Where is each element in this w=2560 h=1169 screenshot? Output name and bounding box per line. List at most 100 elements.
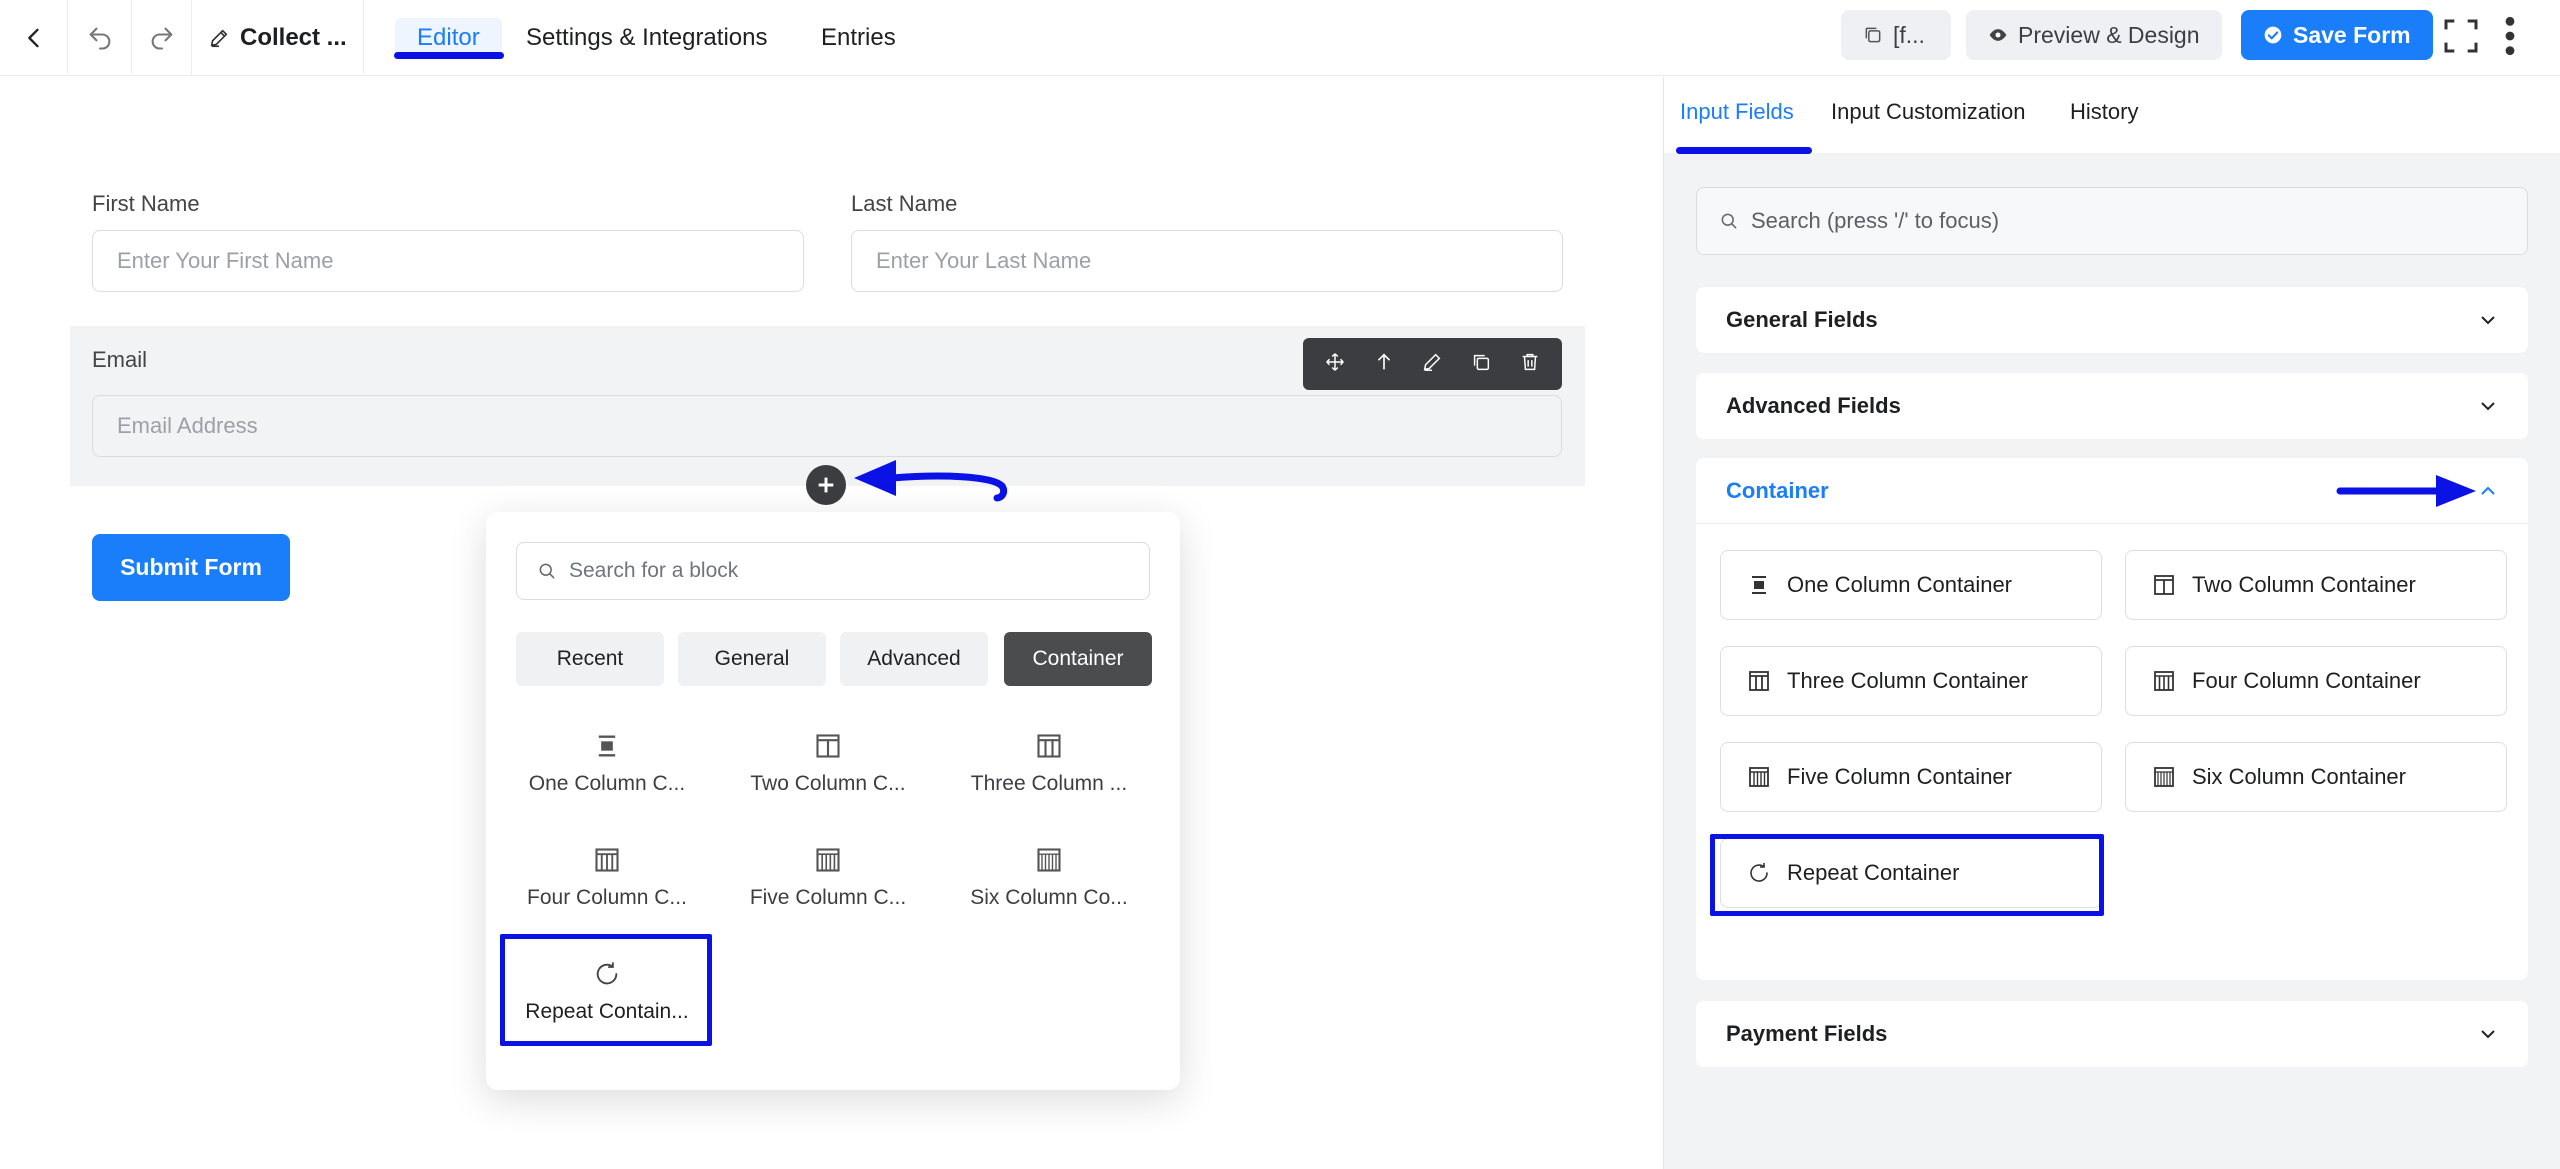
search-icon <box>539 563 555 579</box>
accordion-title: Advanced Fields <box>1726 393 1901 418</box>
move-up-button[interactable] <box>1373 351 1395 378</box>
one-column-icon <box>598 735 616 757</box>
last-name-input[interactable]: Enter Your Last Name <box>851 230 1563 292</box>
container-label: Two Column Container <box>2192 572 2416 597</box>
preview-design-label: Preview & Design <box>2018 21 2200 48</box>
container-one-column[interactable]: One Column Container <box>1720 550 2102 620</box>
tab-settings-integrations[interactable]: Settings & Integrations <box>526 18 767 58</box>
pencil-icon <box>1424 353 1441 371</box>
trash-icon <box>1522 353 1538 370</box>
email-label: Email <box>92 347 148 372</box>
chevron-down-icon <box>2481 316 2495 325</box>
block-two-column-container[interactable]: Two Column C... <box>733 716 923 812</box>
picker-tab-advanced[interactable]: Advanced <box>840 632 988 686</box>
accordion-payment-fields[interactable]: Payment Fields <box>1696 1001 2528 1067</box>
fullscreen-icon <box>2444 19 2478 53</box>
block-label: Two Column C... <box>750 772 906 795</box>
two-column-icon <box>2154 575 2174 595</box>
duplicate-field-button[interactable] <box>1470 351 1492 378</box>
accordion-advanced-fields[interactable]: Advanced Fields <box>1696 373 2528 439</box>
three-column-icon <box>1749 671 1769 691</box>
block-five-column-container[interactable]: Five Column C... <box>733 830 923 926</box>
block-six-column-container[interactable]: Six Column Co... <box>954 830 1144 926</box>
accordion-general-fields[interactable]: General Fields <box>1696 287 2528 353</box>
picker-tab-recent[interactable]: Recent <box>516 632 664 686</box>
accordion-title: Payment Fields <box>1726 1021 1888 1046</box>
container-label: Six Column Container <box>2192 764 2406 789</box>
container-two-column[interactable]: Two Column Container <box>2125 550 2507 620</box>
block-label: Six Column Co... <box>970 886 1128 909</box>
tab-input-fields[interactable]: Input Fields <box>1680 99 1794 125</box>
two-column-icon <box>816 734 840 758</box>
block-one-column-container[interactable]: One Column C... <box>512 716 702 812</box>
annotation-arrow-left <box>854 460 1008 502</box>
container-three-column[interactable]: Three Column Container <box>1720 646 2102 716</box>
accordion-title: Container <box>1726 477 1829 503</box>
form-title-text: Collect ... <box>240 24 347 51</box>
block-label: Five Column C... <box>749 886 907 909</box>
accordion-header[interactable]: Payment Fields <box>1696 1001 2528 1067</box>
fullscreen-button[interactable] <box>2441 16 2481 56</box>
block-search-placeholder: Search for a block <box>569 559 739 582</box>
container-five-column[interactable]: Five Column Container <box>1720 742 2102 812</box>
redo-icon <box>151 27 172 50</box>
field-toolbar <box>1303 338 1562 390</box>
redo-button[interactable] <box>132 0 192 76</box>
block-label: Three Column ... <box>970 772 1128 795</box>
undo-button[interactable] <box>68 0 132 76</box>
block-label: Four Column C... <box>527 886 687 909</box>
tab-entries[interactable]: Entries <box>821 18 896 58</box>
five-column-icon <box>1749 767 1769 787</box>
submit-form-button[interactable]: Submit Form <box>92 534 290 601</box>
field-search-placeholder: Search (press '/' to focus) <box>1751 208 2000 233</box>
container-label: Three Column Container <box>1787 668 2028 693</box>
annotation-underline-input-fields <box>1676 147 1812 154</box>
save-form-label: Save Form <box>2293 21 2411 48</box>
annotation-underline-editor <box>394 52 504 59</box>
six-column-icon <box>1037 848 1061 872</box>
chevron-up-icon <box>2481 486 2495 495</box>
form-title[interactable]: Collect ... <box>208 0 347 76</box>
picker-tab-general[interactable]: General <box>678 632 826 686</box>
block-four-column-container[interactable]: Four Column C... <box>512 830 702 926</box>
block-search-input[interactable]: Search for a block <box>516 542 1150 600</box>
move-button[interactable] <box>1324 351 1346 378</box>
container-four-column[interactable]: Four Column Container <box>2125 646 2507 716</box>
shortcode-button[interactable]: [f... <box>1841 10 1951 60</box>
preview-design-button[interactable]: Preview & Design <box>1966 10 2222 60</box>
sidebar-tabs: Input Fields Input Customization History <box>1664 77 2560 154</box>
picker-tab-container[interactable]: Container <box>1004 632 1152 686</box>
five-column-icon <box>816 848 840 872</box>
tab-history[interactable]: History <box>2070 99 2138 125</box>
container-label: Five Column Container <box>1787 764 2012 789</box>
annotation-arrow-right <box>2336 475 2476 507</box>
accordion-header[interactable]: General Fields <box>1696 287 2528 353</box>
container-label: Four Column Container <box>2192 668 2421 693</box>
email-input[interactable]: Email Address <box>92 395 1562 457</box>
delete-field-button[interactable] <box>1519 351 1541 378</box>
pencil-icon <box>210 29 228 48</box>
save-form-button[interactable]: Save Form <box>2241 10 2433 60</box>
annotation-highlight-repeat-block <box>500 934 712 1046</box>
three-column-icon <box>1037 734 1061 758</box>
check-circle-icon <box>2264 26 2282 44</box>
accordion-title: General Fields <box>1726 307 1878 332</box>
edit-field-button[interactable] <box>1421 351 1443 378</box>
copy-icon <box>1473 354 1490 370</box>
more-options-button[interactable] <box>2498 14 2522 58</box>
accordion-header[interactable]: Advanced Fields <box>1696 373 2528 439</box>
back-button[interactable] <box>0 0 68 76</box>
block-three-column-container[interactable]: Three Column ... <box>954 716 1144 812</box>
last-name-label: Last Name <box>851 191 958 216</box>
chevron-down-icon <box>2481 1030 2495 1039</box>
eye-icon <box>1989 29 2007 41</box>
plus-icon <box>818 477 834 493</box>
container-six-column[interactable]: Six Column Container <box>2125 742 2507 812</box>
one-column-icon <box>1752 576 1766 594</box>
tab-input-customization[interactable]: Input Customization <box>1831 99 2025 125</box>
first-name-input[interactable]: Enter Your First Name <box>92 230 804 292</box>
move-icon <box>1326 352 1345 371</box>
add-block-button[interactable] <box>806 465 846 505</box>
field-search-input[interactable]: Search (press '/' to focus) <box>1696 187 2528 255</box>
container-label: One Column Container <box>1787 572 2013 597</box>
